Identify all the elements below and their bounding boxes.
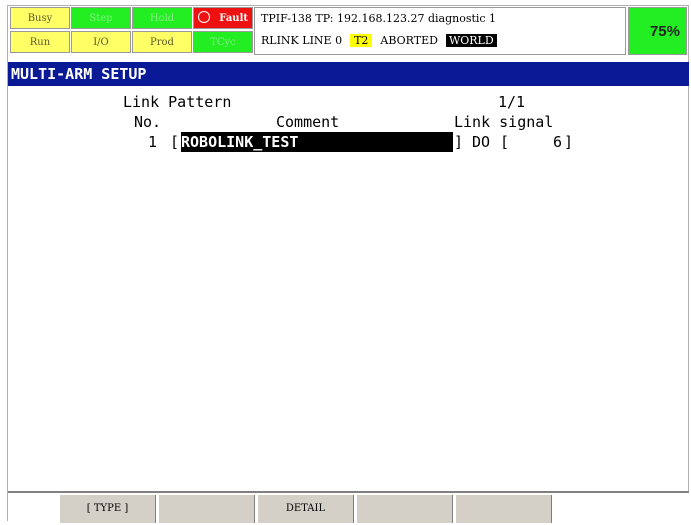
column-header-no: No. [134, 113, 162, 131]
hold-indicator: Hold [132, 7, 192, 29]
column-header-link-signal: Link signal [454, 113, 554, 131]
io-indicator: I/O [71, 31, 131, 53]
f3-detail-key[interactable]: DETAIL [257, 495, 354, 523]
connection-info: TPIF-138 TP: 192.168.123.27 diagnostic 1 [261, 12, 497, 25]
section-heading: Link Pattern [123, 93, 232, 111]
step-indicator: Step [71, 7, 131, 29]
status-info-panel: TPIF-138 TP: 192.168.123.27 diagnostic 1… [254, 7, 626, 55]
run-indicator: Run [10, 31, 70, 53]
column-header-comment: Comment [276, 113, 340, 131]
page-title: MULTI-ARM SETUP [8, 62, 689, 86]
speed-override: 75% [628, 7, 687, 55]
fault-lamp-icon [198, 11, 210, 23]
row-number: 1 [148, 133, 158, 151]
signal-close-bracket: ] [564, 133, 574, 151]
program-name: RLINK LINE 0 [261, 34, 343, 47]
busy-indicator: Busy [10, 7, 70, 29]
f1-type-key[interactable]: [ TYPE ] [59, 495, 156, 523]
fault-label: Fault [219, 13, 248, 24]
function-key-bar: [ TYPE ] DETAIL [8, 491, 689, 523]
page-indicator: 1/1 [498, 93, 526, 111]
execution-state: ABORTED [380, 34, 438, 47]
signal-type: DO [472, 133, 491, 151]
comment-field[interactable]: ROBOLINK_TEST [181, 132, 453, 152]
signal-index-field[interactable]: 6 [508, 132, 562, 152]
tcyc-indicator: TCyc [193, 31, 253, 53]
f4-key[interactable] [356, 495, 453, 523]
comment-close-bracket: ] [454, 133, 464, 151]
mode-badge: T2 [350, 34, 373, 47]
program-status-line: RLINK LINE 0 T2 ABORTED WORLD [261, 34, 497, 47]
f5-key[interactable] [455, 495, 552, 523]
f2-key[interactable] [158, 495, 255, 523]
fault-indicator: Fault [193, 7, 253, 29]
prod-indicator: Prod [132, 31, 192, 53]
comment-open-bracket: [ [170, 133, 180, 151]
coord-system-badge: WORLD [445, 34, 497, 47]
